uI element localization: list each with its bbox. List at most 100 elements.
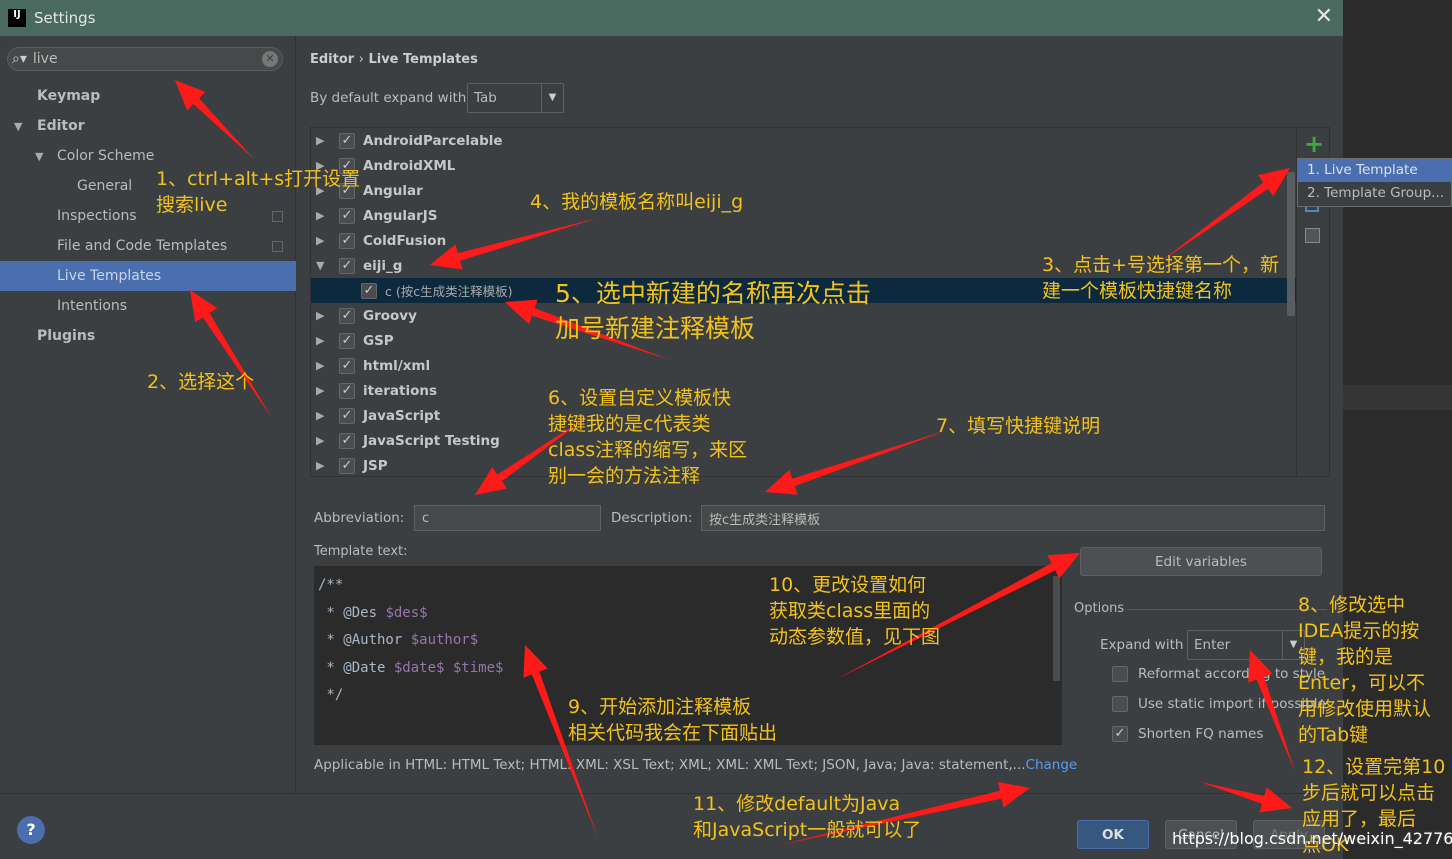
sidebar-item-label: File and Code Templates <box>57 238 228 254</box>
checkbox[interactable]: ✓ <box>339 407 355 424</box>
breadcrumb-current: Live Templates <box>368 52 478 67</box>
expand-triangle-icon[interactable]: ▼ <box>14 120 22 133</box>
menu-item-template-group[interactable]: 2. Template Group... <box>1298 182 1451 205</box>
checkbox[interactable]: ✓ <box>339 332 355 349</box>
code-line: * @Author $author$ <box>318 627 1062 655</box>
option-checkbox[interactable]: ✓ Shorten FQ names <box>1112 726 1263 742</box>
template-row[interactable]: ▶ ✓ iterations <box>311 378 1296 403</box>
sidebar-item-plugins[interactable]: Plugins <box>0 321 296 351</box>
clear-search-icon[interactable]: ✕ <box>262 51 278 67</box>
sidebar-item-label: Intentions <box>57 298 128 314</box>
expand-default-select[interactable]: Tab ▼ <box>467 83 564 113</box>
expand-with-label: Expand with <box>1100 637 1184 653</box>
code-text: * @Des <box>318 604 386 621</box>
code-line: /** <box>318 572 1062 600</box>
option-checkbox[interactable]: Use static import if possible <box>1112 696 1326 712</box>
search-input[interactable] <box>32 51 233 67</box>
template-row[interactable]: ▶ ✓ JavaScript <box>311 403 1296 428</box>
option-checkbox[interactable]: Reformat according to style <box>1112 666 1325 682</box>
menu-item-live-template[interactable]: 1. Live Template <box>1298 159 1451 182</box>
change-context-icon[interactable] <box>1305 228 1320 243</box>
template-name: iterations <box>363 382 438 399</box>
expand-triangle-icon[interactable]: ▶ <box>316 134 324 147</box>
checkbox[interactable]: ✓ <box>339 457 355 474</box>
annotation-2: 2、选择这个 <box>147 371 255 393</box>
annotation-9: 9、开始添加注释模板 相关代码我会在下面贴出 <box>568 696 778 744</box>
annotation-4: 4、我的模板名称叫eiji_g <box>530 191 744 213</box>
background-window-band <box>1343 385 1452 410</box>
template-row[interactable]: ▶ ✓ Angular <box>311 178 1296 203</box>
template-row[interactable]: ▶ ✓ AndroidXML <box>311 153 1296 178</box>
checkbox[interactable]: ✓ <box>339 432 355 449</box>
checkbox[interactable]: ✓ <box>1112 726 1128 742</box>
abbreviation-input[interactable]: c <box>414 505 601 531</box>
sidebar-item-label: Editor <box>37 118 85 134</box>
expand-triangle-icon[interactable]: ▶ <box>316 234 324 247</box>
title-bar: IJ Settings ✕ <box>0 0 1343 36</box>
description-label: Description: <box>611 510 693 526</box>
description-input[interactable]: 按c生成类注释模板 <box>701 505 1325 531</box>
template-name: GSP <box>363 332 394 349</box>
sidebar-item-live-templates[interactable]: Live Templates <box>0 261 296 291</box>
ok-button[interactable]: OK <box>1077 820 1149 849</box>
help-button[interactable]: ? <box>17 816 45 844</box>
expand-triangle-icon[interactable]: ▶ <box>316 309 324 322</box>
template-name: JSP <box>363 457 388 474</box>
sidebar-item-intentions[interactable]: Intentions <box>0 291 296 321</box>
annotation-8: 8、修改选中 IDEA提示的按 键，我的是 Enter，可以不 用修改使用默认 … <box>1298 594 1432 746</box>
breadcrumb-separator: › <box>358 52 364 67</box>
main-panel: Editor › Live Templates By default expan… <box>297 36 1343 793</box>
template-row[interactable]: ▶ ✓ JavaScript Testing <box>311 428 1296 453</box>
template-text-label: Template text: <box>314 544 408 559</box>
annotation-3: 3、点击+号选择第一个，新 建一个模板快捷键名称 <box>1042 254 1280 302</box>
template-name: html/xml <box>363 357 431 374</box>
expand-triangle-icon[interactable]: ▶ <box>316 359 324 372</box>
code-text: */ <box>318 687 344 703</box>
add-icon[interactable]: + <box>1304 130 1324 158</box>
search-icon: ⌕▾ <box>12 51 27 67</box>
template-name: c (按c生成类注释模板) <box>385 284 513 299</box>
checkbox[interactable]: ✓ <box>339 357 355 374</box>
checkbox[interactable] <box>1112 666 1128 682</box>
template-name: AngularJS <box>363 207 438 224</box>
template-name: JavaScript Testing <box>363 432 500 449</box>
checkbox[interactable] <box>1112 696 1128 712</box>
expand-with-select[interactable]: Enter ▼ <box>1187 630 1305 660</box>
expand-triangle-icon[interactable]: ▶ <box>316 409 324 422</box>
checkbox[interactable]: ✓ <box>339 382 355 399</box>
sidebar-item-keymap[interactable]: Keymap <box>0 81 296 111</box>
template-row[interactable]: ▶ ✓ ColdFusion <box>311 228 1296 253</box>
annotation-6: 6、设置自定义模板快 捷键我的是c代表类 class注释的缩写，来区 别一会的方… <box>548 387 748 487</box>
checkbox[interactable]: ✓ <box>361 282 377 299</box>
template-row[interactable]: ▶ ✓ html/xml <box>311 353 1296 378</box>
search-field[interactable]: ⌕▾ ✕ <box>7 47 283 71</box>
checkbox[interactable]: ✓ <box>339 132 355 149</box>
close-icon[interactable]: ✕ <box>1315 4 1333 29</box>
sidebar-item-label: Color Scheme <box>57 148 155 164</box>
editor-scrollbar[interactable] <box>1053 576 1060 681</box>
expand-triangle-icon[interactable]: ▼ <box>316 259 324 272</box>
annotation-7: 7、填写快捷键说明 <box>936 415 1101 437</box>
expand-triangle-icon[interactable]: ▼ <box>35 150 43 163</box>
template-row[interactable]: ▶ ✓ AndroidParcelable <box>311 128 1296 153</box>
expand-triangle-icon[interactable]: ▶ <box>316 434 324 447</box>
template-variable: $date$ $time$ <box>393 659 504 676</box>
template-row[interactable]: ▶ ✓ AngularJS <box>311 203 1296 228</box>
expand-triangle-icon[interactable]: ▶ <box>316 384 324 397</box>
edit-variables-button[interactable]: Edit variables <box>1080 547 1322 576</box>
watermark: https://blog.csdn.net/weixin_42776111 <box>1172 829 1452 848</box>
scrollbar[interactable] <box>1287 172 1295 316</box>
code-text: * @Date <box>318 659 394 676</box>
change-context-link[interactable]: Change <box>1026 757 1078 773</box>
sidebar-item-label: Plugins <box>37 328 96 344</box>
expand-triangle-icon[interactable]: ▶ <box>316 334 324 347</box>
template-row[interactable]: ▶ ✓ JSP <box>311 453 1296 478</box>
checkbox[interactable]: ✓ <box>339 232 355 249</box>
sidebar-item-editor[interactable]: ▼ Editor <box>0 111 296 141</box>
checkbox[interactable]: ✓ <box>339 307 355 324</box>
sidebar-item-label: Inspections <box>57 208 137 224</box>
expand-triangle-icon[interactable]: ▶ <box>316 459 324 472</box>
checkbox[interactable]: ✓ <box>339 257 355 274</box>
sidebar-item-label: Keymap <box>37 88 101 104</box>
sidebar-item-file-and-code-templates[interactable]: File and Code Templates <box>0 231 296 261</box>
